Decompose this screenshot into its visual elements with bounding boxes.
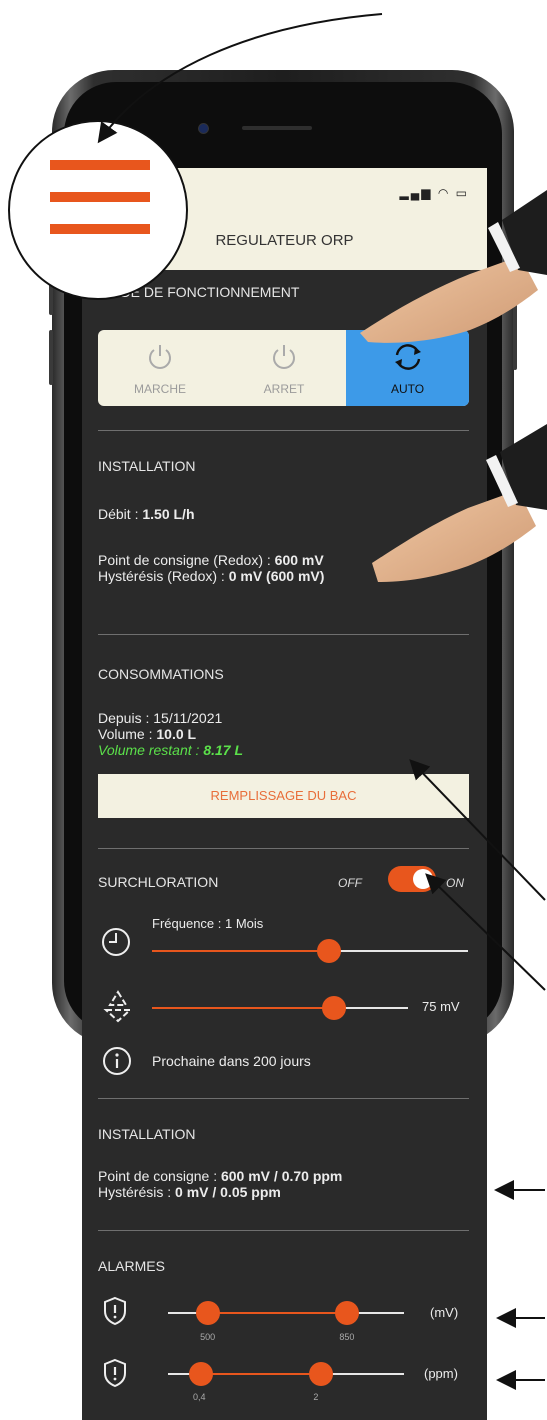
annotation-layer bbox=[97, 13, 547, 1390]
hand-pointer-icon bbox=[372, 424, 547, 582]
menu-arrow bbox=[97, 13, 383, 144]
toggle-arrow bbox=[425, 873, 546, 991]
hand-pointer-icon bbox=[360, 190, 547, 343]
